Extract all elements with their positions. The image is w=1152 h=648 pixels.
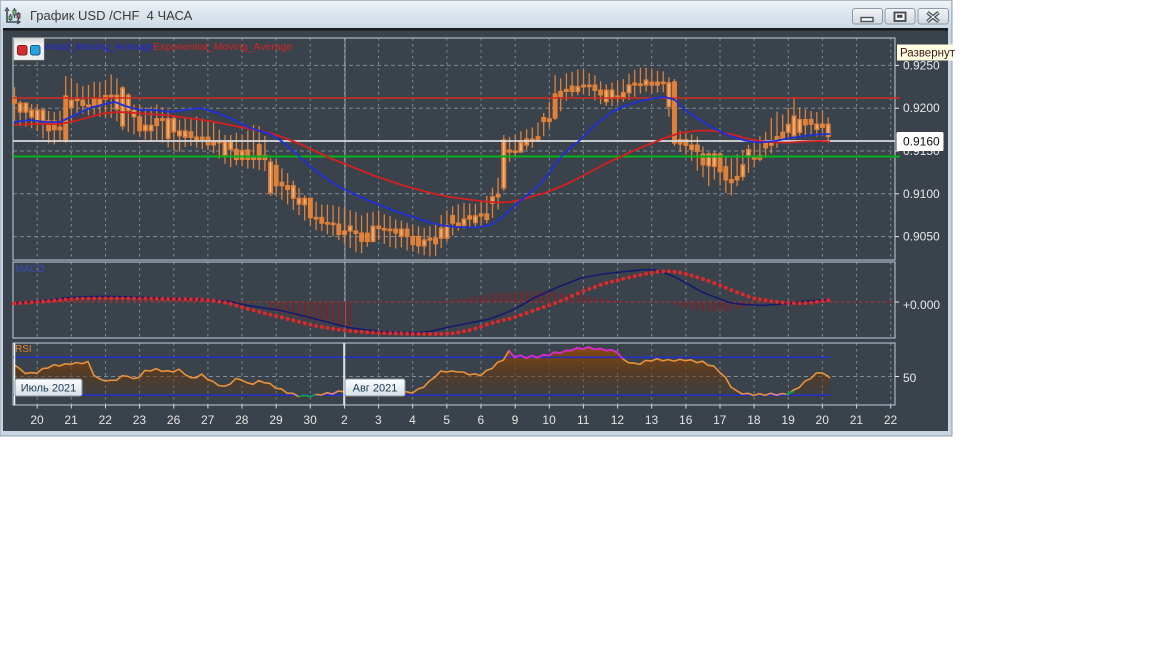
svg-text:21: 21 <box>850 413 864 427</box>
svg-text:12: 12 <box>611 413 625 427</box>
svg-text:21: 21 <box>64 413 78 427</box>
svg-text:23: 23 <box>133 413 147 427</box>
svg-text:Июль 2021: Июль 2021 <box>21 383 77 395</box>
svg-text:17: 17 <box>713 413 727 427</box>
svg-text:16: 16 <box>679 413 693 427</box>
svg-text:Exponential_Moving_Average: Exponential_Moving_Average <box>153 41 292 53</box>
svg-text:22: 22 <box>884 413 898 427</box>
svg-text:20: 20 <box>816 413 830 427</box>
svg-text:ential_Moving_Average: ential_Moving_Average <box>45 41 155 53</box>
svg-text:RSI: RSI <box>15 344 32 355</box>
svg-text:0.9200: 0.9200 <box>903 101 940 115</box>
svg-text:30: 30 <box>303 413 317 427</box>
svg-text:26: 26 <box>167 413 181 427</box>
svg-text:50: 50 <box>903 371 917 385</box>
svg-text:13: 13 <box>645 413 659 427</box>
svg-text:29: 29 <box>269 413 283 427</box>
svg-text:19: 19 <box>781 413 795 427</box>
svg-text:18: 18 <box>747 413 761 427</box>
svg-text:11: 11 <box>577 413 590 427</box>
svg-text:0.9100: 0.9100 <box>903 187 940 201</box>
svg-text:Авг 2021: Авг 2021 <box>353 383 398 395</box>
svg-text:28: 28 <box>235 413 249 427</box>
svg-text:22: 22 <box>99 413 113 427</box>
svg-text:9: 9 <box>512 413 519 427</box>
svg-text:2: 2 <box>341 413 348 427</box>
svg-text:0.9160: 0.9160 <box>903 135 940 149</box>
svg-text:0.9050: 0.9050 <box>903 230 940 244</box>
svg-text:3: 3 <box>375 413 382 427</box>
svg-text:График USD /CHF 4 ЧАСА: График USD /CHF 4 ЧАСА <box>30 8 193 23</box>
svg-text:4: 4 <box>409 413 416 427</box>
svg-text:20: 20 <box>30 413 44 427</box>
svg-text:+0.000: +0.000 <box>903 298 940 312</box>
svg-text:10: 10 <box>542 413 556 427</box>
svg-text:6: 6 <box>477 413 484 427</box>
svg-text:MACD: MACD <box>15 264 44 275</box>
svg-text:27: 27 <box>201 413 215 427</box>
svg-text:5: 5 <box>443 413 450 427</box>
svg-text:Развернут: Развернут <box>900 48 956 60</box>
